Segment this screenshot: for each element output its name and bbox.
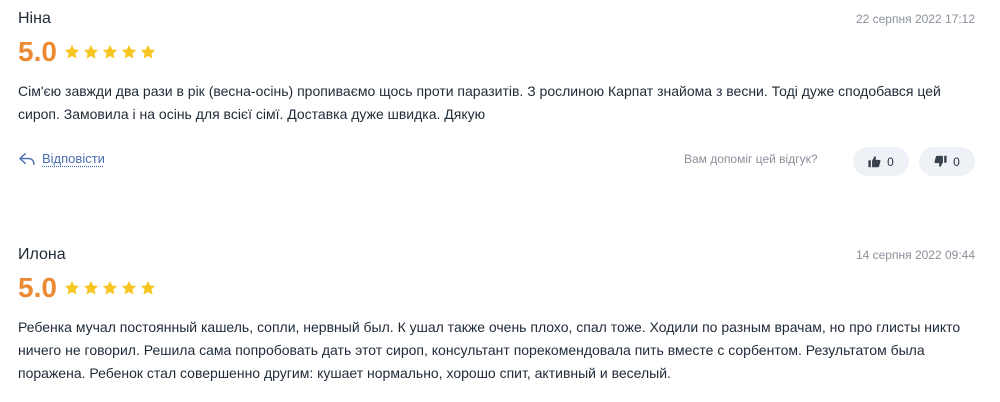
star-icon (140, 44, 156, 59)
like-count: 0 (887, 154, 894, 169)
helpful-prompt: Вам допоміг цей відгук? (684, 152, 818, 166)
review-text: Ребенка мучал постоянный кашель, сопли, … (18, 319, 961, 381)
dislike-button[interactable]: 0 (919, 147, 975, 176)
rating-score: 5.0 (18, 36, 57, 67)
star-icon (83, 44, 99, 59)
rating-stars (63, 279, 158, 297)
star-icon (102, 44, 118, 59)
star-icon (83, 280, 99, 295)
review-author: Ніна (18, 10, 51, 27)
reply-label[interactable]: Відповісти (42, 151, 105, 166)
review-text: Сім'єю завжди два рази в рік (весна-осін… (18, 83, 941, 122)
review-date: 22 серпня 2022 17:12 (855, 12, 975, 26)
star-icon (64, 44, 80, 59)
star-icon (102, 280, 118, 295)
rating-stars (63, 43, 158, 61)
thumbs-down-icon (934, 155, 947, 167)
star-icon (64, 280, 80, 295)
dislike-count: 0 (953, 154, 960, 169)
thumbs-up-icon (868, 156, 881, 168)
review-author: Илона (18, 246, 66, 263)
review-date: 14 серпня 2022 09:44 (855, 248, 975, 262)
rating: 5.0 (18, 272, 158, 304)
reply-button[interactable]: Відповісти (18, 151, 105, 166)
like-button[interactable]: 0 (853, 147, 909, 176)
rating: 5.0 (18, 36, 158, 68)
star-icon (140, 280, 156, 295)
rating-score: 5.0 (18, 272, 57, 303)
star-icon (121, 44, 137, 59)
star-icon (121, 280, 137, 295)
reply-arrow-icon (19, 152, 35, 165)
